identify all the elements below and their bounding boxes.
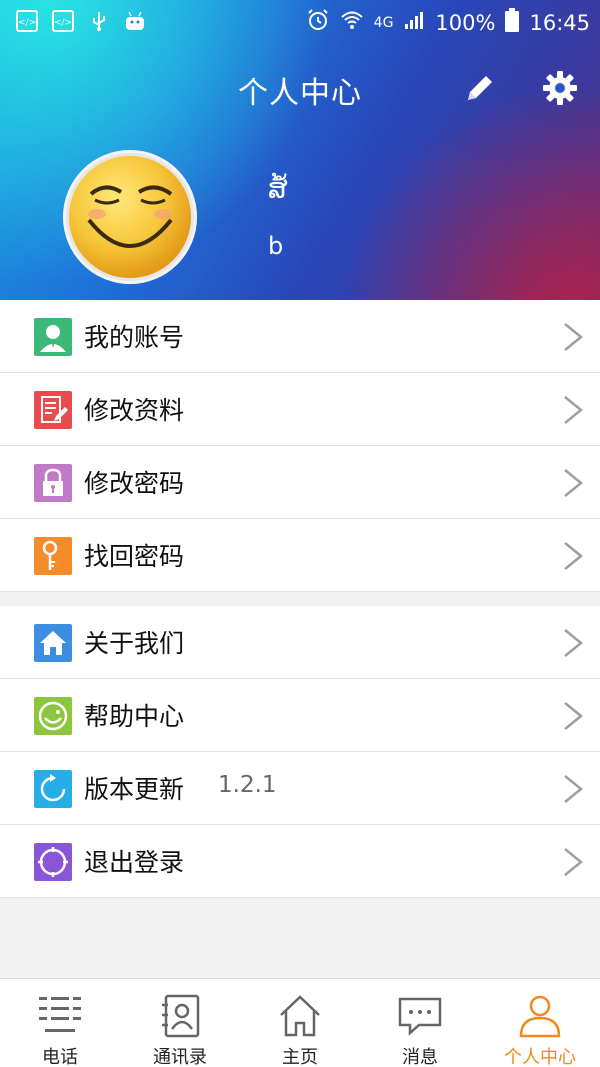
chevron-right-icon: [560, 395, 586, 425]
menu-item-label: 修改资料: [84, 396, 185, 425]
tab-messages[interactable]: 消息: [360, 979, 480, 1067]
menu-item-edit-profile[interactable]: 修改资料: [0, 373, 600, 446]
alarm-icon: [306, 8, 330, 38]
menu-item-logout[interactable]: 退出登录: [0, 825, 600, 898]
menu-item-change-password[interactable]: 修改密码: [0, 446, 600, 519]
usb-icon: [88, 10, 110, 32]
code-notification-icon: </>: [52, 10, 74, 32]
clock: 16:45: [529, 11, 590, 35]
chevron-right-icon: [560, 701, 586, 731]
person-icon: [517, 993, 563, 1039]
menu-section-account: 我的账号 修改资料 修改密码 找回密码: [0, 300, 600, 592]
account-icon: [34, 318, 72, 356]
chevron-right-icon: [560, 847, 586, 877]
menu-item-my-account[interactable]: 我的账号: [0, 300, 600, 373]
menu-item-label: 我的账号: [84, 323, 185, 352]
menu-item-label: 修改密码: [84, 469, 185, 498]
tab-personal-center[interactable]: 个人中心: [480, 979, 600, 1067]
tab-label: 个人中心: [504, 1047, 576, 1067]
menu-item-label: 关于我们: [84, 629, 185, 658]
svg-text:</>: </>: [18, 18, 36, 28]
refresh-icon: [34, 770, 72, 808]
battery-percent: 100%: [435, 11, 496, 35]
menu-item-help-center[interactable]: 帮助中心: [0, 679, 600, 752]
menu-item-about-us[interactable]: 关于我们: [0, 606, 600, 679]
profile-header: </> </> 4G 100% 16:45 个人中心 ສໍ້ b: [0, 0, 600, 300]
signal-icon: [403, 9, 425, 37]
pencil-icon[interactable]: [462, 70, 498, 106]
chevron-right-icon: [560, 541, 586, 571]
lock-icon: [34, 464, 72, 502]
menu-item-label: 找回密码: [84, 542, 185, 571]
tab-label: 主页: [282, 1047, 318, 1067]
tab-home[interactable]: 主页: [240, 979, 360, 1067]
home-outline-icon: [277, 993, 323, 1039]
tab-label: 通讯录: [153, 1047, 207, 1067]
chevron-right-icon: [560, 774, 586, 804]
menu-item-label: 版本更新: [84, 775, 185, 804]
menu-item-version-update[interactable]: 版本更新 1.2.1: [0, 752, 600, 825]
menu-item-label: 帮助中心: [84, 702, 185, 731]
contacts-icon: [157, 993, 203, 1039]
wifi-icon: [340, 9, 364, 37]
dialpad-icon: [37, 993, 83, 1039]
battery-icon: [505, 8, 520, 38]
network-type: 4G: [373, 15, 394, 31]
avatar[interactable]: [63, 150, 197, 284]
gear-icon[interactable]: [540, 68, 580, 108]
page-title: 个人中心: [238, 76, 362, 111]
logout-icon: [34, 843, 72, 881]
version-number: 1.2.1: [218, 772, 277, 798]
home-icon: [34, 624, 72, 662]
menu-item-recover-password[interactable]: 找回密码: [0, 519, 600, 592]
menu-section-general: 关于我们 帮助中心 版本更新 1.2.1 退出登录: [0, 606, 600, 898]
chevron-right-icon: [560, 628, 586, 658]
chevron-right-icon: [560, 322, 586, 352]
edit-profile-icon: [34, 391, 72, 429]
status-bar: </> </> 4G 100% 16:45: [0, 0, 600, 44]
profile-name: ສໍ້: [268, 172, 288, 205]
key-icon: [34, 537, 72, 575]
android-icon: [124, 10, 146, 32]
tab-phone[interactable]: 电话: [0, 979, 120, 1067]
menu-item-label: 退出登录: [84, 848, 185, 877]
code-notification-icon: </>: [16, 10, 38, 32]
chevron-right-icon: [560, 468, 586, 498]
bottom-nav: 电话 通讯录 主页 消息 个人中心: [0, 978, 600, 1067]
app-screen: </> </> 4G 100% 16:45 个人中心 ສໍ້ b 我的账号 修改…: [0, 0, 600, 1067]
profile-subtitle: b: [268, 232, 284, 260]
svg-text:</>: </>: [54, 18, 72, 28]
smile-icon: [34, 697, 72, 735]
tab-contacts[interactable]: 通讯录: [120, 979, 240, 1067]
tab-label: 消息: [402, 1047, 438, 1067]
message-icon: [397, 993, 443, 1039]
tab-label: 电话: [42, 1047, 78, 1067]
